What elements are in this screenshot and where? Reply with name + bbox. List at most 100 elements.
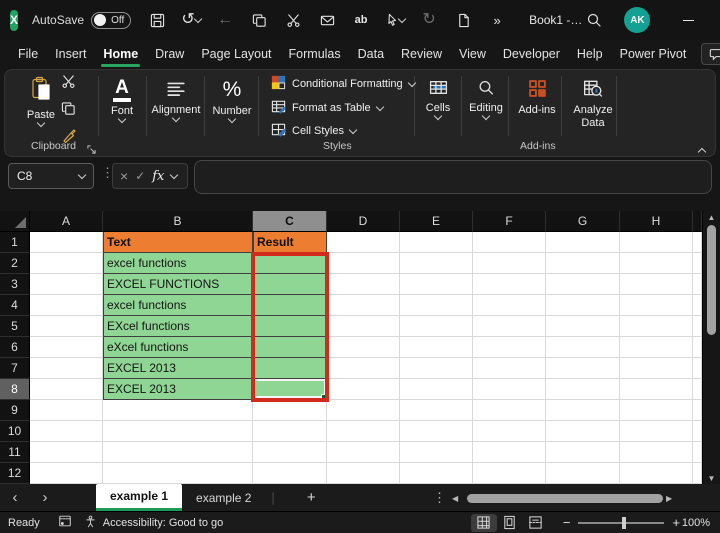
save-icon[interactable] <box>145 8 169 32</box>
cell-E7[interactable] <box>400 358 473 379</box>
sheet-tab-example-2[interactable]: example 2 <box>182 484 265 511</box>
cell-C11[interactable] <box>253 442 327 463</box>
cell-B2[interactable]: excel functions <box>103 253 253 274</box>
insert-function-icon[interactable]: fx <box>152 169 164 184</box>
cell-E5[interactable] <box>400 316 473 337</box>
ribbon-tab-view[interactable]: View <box>457 43 488 65</box>
cell-A1[interactable] <box>30 232 103 253</box>
cell-B10[interactable] <box>103 421 253 442</box>
format-as-table-button[interactable]: Format as Table <box>271 99 383 117</box>
cell-D10[interactable] <box>327 421 400 442</box>
scroll-left-icon[interactable]: ◀ <box>452 494 464 503</box>
copy-icon[interactable] <box>247 8 271 32</box>
cell-F1[interactable] <box>473 232 546 253</box>
cell-F11[interactable] <box>473 442 546 463</box>
column-header-a[interactable]: A <box>30 211 103 232</box>
column-header-g[interactable]: G <box>546 211 620 232</box>
cell-D12[interactable] <box>327 463 400 484</box>
row-header-10[interactable]: 10 <box>0 421 30 442</box>
cell-G8[interactable] <box>546 379 620 400</box>
cell-G2[interactable] <box>546 253 620 274</box>
cell-E2[interactable] <box>400 253 473 274</box>
cell-G4[interactable] <box>546 295 620 316</box>
cell-F3[interactable] <box>473 274 546 295</box>
cell-B3[interactable]: EXCEL FUNCTIONS <box>103 274 253 295</box>
minimize-button[interactable] <box>668 4 708 36</box>
horizontal-scroll-thumb[interactable] <box>467 494 663 503</box>
ribbon-tab-home[interactable]: Home <box>101 43 140 65</box>
ribbon-tab-help[interactable]: Help <box>575 43 605 65</box>
cell-H10[interactable] <box>620 421 693 442</box>
cell-A8[interactable] <box>30 379 103 400</box>
column-header-c[interactable]: C <box>253 211 327 232</box>
accessibility-status[interactable]: Accessibility: Good to go <box>103 517 223 529</box>
next-sheet-button[interactable]: › <box>30 489 60 506</box>
avatar[interactable]: AK <box>624 7 650 33</box>
cell-F7[interactable] <box>473 358 546 379</box>
conditional-formatting-button[interactable]: Conditional Formatting <box>271 75 415 93</box>
cell-B11[interactable] <box>103 442 253 463</box>
undo-button[interactable]: ↺ <box>179 8 203 32</box>
page-break-preview-button[interactable] <box>523 514 549 532</box>
cell-E11[interactable] <box>400 442 473 463</box>
maximize-button[interactable] <box>712 4 720 36</box>
page-layout-view-button[interactable] <box>497 514 523 532</box>
sheet-tab-example-1[interactable]: example 1 <box>96 484 182 511</box>
select-all-button[interactable] <box>0 211 30 232</box>
cell-H5[interactable] <box>620 316 693 337</box>
paste-button[interactable]: Paste <box>17 76 65 126</box>
ribbon-tab-draw[interactable]: Draw <box>153 43 186 65</box>
cell-F4[interactable] <box>473 295 546 316</box>
cell-H7[interactable] <box>620 358 693 379</box>
cell-D9[interactable] <box>327 400 400 421</box>
vertical-scrollbar[interactable]: ▲ ▼ <box>702 211 720 484</box>
cell-F12[interactable] <box>473 463 546 484</box>
cell-G12[interactable] <box>546 463 620 484</box>
cell-H2[interactable] <box>620 253 693 274</box>
name-box[interactable]: C8 <box>8 163 94 189</box>
cell-F8[interactable] <box>473 379 546 400</box>
cell-G1[interactable] <box>546 232 620 253</box>
row-header-8[interactable]: 8 <box>0 379 30 400</box>
cell-A10[interactable] <box>30 421 103 442</box>
cell-H1[interactable] <box>620 232 693 253</box>
cell-C12[interactable] <box>253 463 327 484</box>
autosave-toggle[interactable]: Off <box>91 12 131 29</box>
number-group-button[interactable]: % Number <box>208 78 256 122</box>
cell-D6[interactable] <box>327 337 400 358</box>
accessibility-icon[interactable] <box>84 515 97 531</box>
cell-B6[interactable]: eXcel functions <box>103 337 253 358</box>
cell-A12[interactable] <box>30 463 103 484</box>
cell-D11[interactable] <box>327 442 400 463</box>
cell-H11[interactable] <box>620 442 693 463</box>
horizontal-scrollbar[interactable]: ◀ ▶ <box>452 492 712 504</box>
new-document-icon[interactable] <box>451 8 475 32</box>
cell-E3[interactable] <box>400 274 473 295</box>
cell-G7[interactable] <box>546 358 620 379</box>
cell-F6[interactable] <box>473 337 546 358</box>
cell-F2[interactable] <box>473 253 546 274</box>
column-header-h[interactable]: H <box>620 211 693 232</box>
cell-C10[interactable] <box>253 421 327 442</box>
cell-styles-button[interactable]: Cell Styles <box>271 122 356 140</box>
scroll-right-icon[interactable]: ▶ <box>666 494 678 503</box>
cell-D8[interactable] <box>327 379 400 400</box>
cell-F9[interactable] <box>473 400 546 421</box>
editing-group-button[interactable]: Editing <box>463 79 509 119</box>
comments-button[interactable] <box>701 43 720 65</box>
cell-B12[interactable] <box>103 463 253 484</box>
cell-D2[interactable] <box>327 253 400 274</box>
cell-E9[interactable] <box>400 400 473 421</box>
cell-A3[interactable] <box>30 274 103 295</box>
column-header-f[interactable]: F <box>473 211 546 232</box>
cell-G6[interactable] <box>546 337 620 358</box>
row-header-7[interactable]: 7 <box>0 358 30 379</box>
macro-record-icon[interactable] <box>58 514 72 531</box>
excel-logo-icon[interactable]: X <box>10 10 18 31</box>
cell-H6[interactable] <box>620 337 693 358</box>
ribbon-tab-power-pivot[interactable]: Power Pivot <box>618 43 689 65</box>
vertical-scroll-thumb[interactable] <box>707 225 716 335</box>
cell-C1[interactable]: Result <box>253 232 327 253</box>
cell-B9[interactable] <box>103 400 253 421</box>
translate-icon[interactable]: ab <box>349 8 373 32</box>
